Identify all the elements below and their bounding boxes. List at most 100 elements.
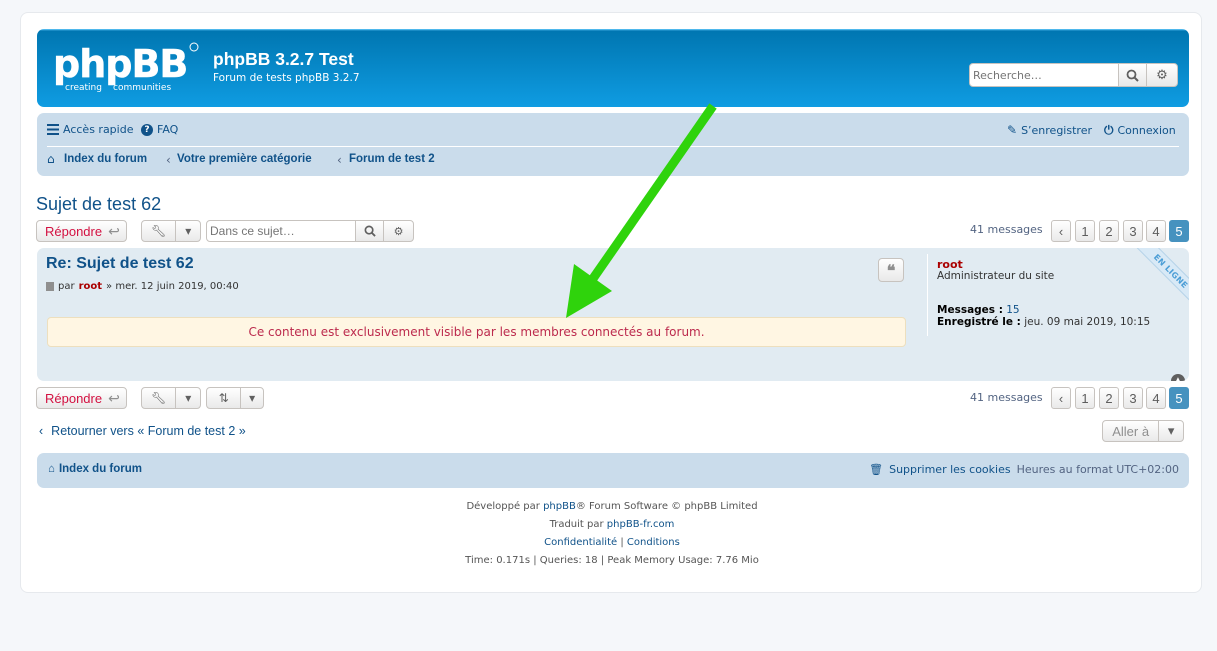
topic-search: ⚙ bbox=[206, 220, 414, 242]
return-label: Retourner vers « Forum de test 2 » bbox=[51, 424, 246, 438]
reply-icon: ↩ bbox=[108, 222, 120, 239]
search-icon bbox=[364, 225, 376, 237]
reply-icon: ↩ bbox=[108, 389, 120, 406]
topic-title[interactable]: Sujet de test 62 bbox=[36, 194, 161, 215]
logo-tagline-creating: creating bbox=[65, 83, 102, 93]
page-link-4[interactable]: 4 bbox=[1146, 220, 1166, 242]
post-meta: par root » mer. 12 juin 2019, 00:40 bbox=[46, 281, 239, 292]
chevron-left-icon: ‹ bbox=[1058, 223, 1064, 239]
profile-messages-value[interactable]: 15 bbox=[1006, 304, 1019, 316]
topic-tools-button-bottom[interactable]: 🔧︎ ▾ bbox=[141, 387, 201, 409]
gear-icon: ⚙ bbox=[1156, 67, 1168, 83]
logo-wordmark: phpBB bbox=[53, 42, 187, 86]
page-link-2[interactable]: 2 bbox=[1099, 220, 1119, 242]
jump-to-button[interactable]: Aller à ▾ bbox=[1102, 420, 1184, 442]
privacy-link[interactable]: Confidentialité bbox=[544, 537, 617, 548]
breadcrumb-chevron-icon: ‹ bbox=[337, 153, 342, 167]
home-icon: ⌂ bbox=[48, 463, 55, 475]
breadcrumb-forum[interactable]: Forum de test 2 bbox=[349, 153, 435, 165]
page-link-4[interactable]: 4 bbox=[1146, 387, 1166, 409]
sort-icon: ⇅ bbox=[218, 391, 229, 405]
hamburger-icon bbox=[47, 124, 59, 135]
credit-link[interactable]: phpBB bbox=[543, 501, 576, 512]
faq-link[interactable]: ? FAQ bbox=[141, 123, 178, 136]
wrench-icon: 🔧︎ bbox=[151, 391, 167, 405]
back-to-top-icon[interactable]: ▲ bbox=[1171, 374, 1185, 381]
edit-icon: ✎ bbox=[1007, 123, 1018, 137]
header-search-button[interactable] bbox=[1118, 63, 1147, 87]
page-link-2[interactable]: 2 bbox=[1099, 387, 1119, 409]
phpbb-logo[interactable]: phpBB creating communities bbox=[51, 41, 201, 95]
messages-count-top: 41 messages bbox=[970, 223, 1043, 236]
profile-rank: Administrateur du site bbox=[937, 270, 1055, 282]
topic-advanced-search-button[interactable]: ⚙ bbox=[383, 220, 414, 242]
post-meta-prefix: par bbox=[58, 281, 75, 292]
translated-link[interactable]: phpBB-fr.com bbox=[607, 519, 675, 530]
breadcrumb-chevron-icon: ‹ bbox=[166, 153, 171, 167]
topic-tools-button-top[interactable]: 🔧︎ ▾ bbox=[141, 220, 201, 242]
footer-index-link[interactable]: ⌂ Index du forum bbox=[48, 463, 142, 475]
site-title: phpBB 3.2.7 Test bbox=[213, 49, 354, 69]
reply-label: Répondre bbox=[45, 223, 103, 239]
search-icon bbox=[1126, 69, 1139, 82]
legal-links: Confidentialité | Conditions bbox=[21, 537, 1203, 548]
profile-registered-value: jeu. 09 mai 2019, 10:15 bbox=[1024, 316, 1151, 328]
online-ribbon: EN LIGNE bbox=[1132, 248, 1189, 310]
header-search-input[interactable] bbox=[969, 63, 1119, 87]
header-advanced-search-button[interactable]: ⚙ bbox=[1146, 63, 1178, 87]
power-icon: ⏻ bbox=[1104, 123, 1114, 137]
chevron-left-icon: ‹ bbox=[1058, 390, 1064, 406]
trash-icon: 🗑︎ bbox=[869, 463, 884, 476]
gear-icon: ⚙ bbox=[393, 224, 404, 238]
jump-to-label: Aller à bbox=[1112, 423, 1150, 439]
reply-button-top[interactable]: Répondre ↩ bbox=[36, 220, 127, 242]
pagination-prev-bottom[interactable]: ‹ bbox=[1051, 387, 1071, 409]
reply-label: Répondre bbox=[45, 390, 103, 406]
translated-prefix: Traduit par bbox=[549, 519, 604, 530]
quote-button[interactable]: ❝ bbox=[878, 258, 904, 282]
site-description: Forum de tests phpBB 3.2.7 bbox=[213, 72, 360, 84]
delete-cookies-link[interactable]: Supprimer les cookies bbox=[889, 463, 1010, 476]
logo-tagline-communities: communities bbox=[113, 83, 171, 93]
page-link-1[interactable]: 1 bbox=[1075, 220, 1095, 242]
header-search: ⚙ bbox=[969, 63, 1179, 87]
profile-registered: Enregistré le : jeu. 09 mai 2019, 10:15 bbox=[937, 316, 1150, 328]
home-icon: ⌂ bbox=[47, 152, 55, 166]
caret-down-icon: ▾ bbox=[240, 388, 263, 408]
post-title[interactable]: Re: Sujet de test 62 bbox=[46, 255, 194, 273]
profile-registered-label: Enregistré le : bbox=[937, 316, 1021, 328]
question-circle-icon: ? bbox=[141, 123, 153, 136]
registered-mark-icon bbox=[189, 42, 199, 52]
sort-options-button[interactable]: ⇅ ▾ bbox=[206, 387, 264, 409]
page-link-3[interactable]: 3 bbox=[1123, 387, 1143, 409]
navbar: Accès rapide ? FAQ ✎ S’enregistrer ⏻ Con… bbox=[37, 113, 1189, 176]
breadcrumb-category[interactable]: Votre première catégorie bbox=[177, 153, 312, 165]
footer-right: 🗑︎ Supprimer les cookies Heures au forma… bbox=[869, 463, 1179, 476]
post-author[interactable]: root bbox=[79, 281, 102, 292]
register-link[interactable]: ✎ S’enregistrer bbox=[1007, 123, 1092, 137]
caret-down-icon: ▾ bbox=[175, 388, 200, 408]
page-link-3[interactable]: 3 bbox=[1123, 220, 1143, 242]
navbar-divider bbox=[47, 146, 1179, 147]
footer-index-label: Index du forum bbox=[58, 463, 143, 475]
legal-separator: | bbox=[620, 537, 624, 548]
header-bar: phpBB creating communities phpBB 3.2.7 T… bbox=[37, 29, 1189, 107]
login-label: Connexion bbox=[1117, 124, 1176, 137]
pagination-prev-top[interactable]: ‹ bbox=[1051, 220, 1071, 242]
caret-down-icon: ▾ bbox=[175, 221, 200, 241]
terms-link[interactable]: Conditions bbox=[627, 537, 680, 548]
topic-search-input[interactable] bbox=[206, 220, 356, 242]
breadcrumb-index[interactable]: Index du forum bbox=[64, 153, 147, 165]
post-date: » mer. 12 juin 2019, 00:40 bbox=[106, 281, 239, 292]
quick-access-link[interactable]: Accès rapide bbox=[47, 123, 133, 136]
login-link[interactable]: ⏻ Connexion bbox=[1104, 123, 1176, 138]
faq-label: FAQ bbox=[157, 123, 179, 136]
timezone-text: Heures au format UTC+02:00 bbox=[1016, 463, 1179, 476]
page-link-1[interactable]: 1 bbox=[1075, 387, 1095, 409]
messages-count-bottom: 41 messages bbox=[970, 391, 1043, 404]
register-label: S’enregistrer bbox=[1021, 123, 1092, 137]
profile-messages: Messages : 15 bbox=[937, 304, 1020, 316]
return-to-forum-link[interactable]: ‹ Retourner vers « Forum de test 2 » bbox=[39, 424, 246, 438]
reply-button-bottom[interactable]: Répondre ↩ bbox=[36, 387, 127, 409]
topic-search-button[interactable] bbox=[355, 220, 384, 242]
